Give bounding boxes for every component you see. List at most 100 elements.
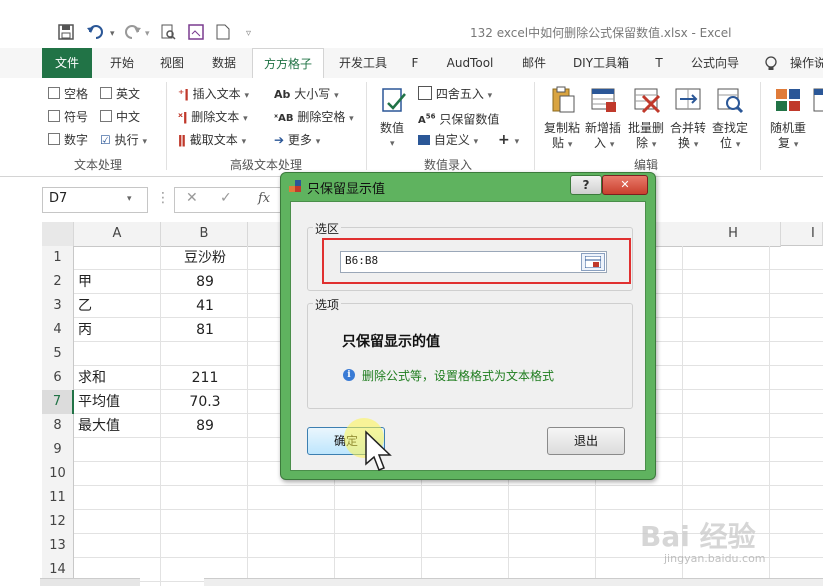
cell-b1[interactable]: 豆沙粉	[162, 246, 248, 270]
cell-b7[interactable]: 70.3	[162, 390, 248, 414]
confirm-entry-icon[interactable]: ✓	[220, 190, 232, 206]
copy-paste-button-line2[interactable]: 贴 ▾	[552, 135, 572, 153]
row-header[interactable]: 10	[42, 462, 74, 487]
name-box-dropdown-icon[interactable]: ▾	[127, 194, 132, 204]
column-header-i[interactable]: I	[781, 222, 823, 246]
value-dropdown-icon[interactable]: ▾	[390, 136, 395, 152]
delete-spaces-button[interactable]: ˣAB 删除空格 ▾	[274, 109, 354, 127]
find-locate-button[interactable]: 查找定	[712, 120, 748, 136]
insert-function-button[interactable]: fx	[258, 191, 270, 206]
tab-formula-wizard[interactable]: 公式向导	[682, 48, 748, 78]
cell-a4[interactable]: 丙	[78, 318, 158, 342]
exit-button[interactable]: 退出	[547, 427, 625, 455]
random-button-line2[interactable]: 复 ▾	[778, 135, 798, 153]
cancel-entry-icon[interactable]: ✕	[186, 190, 198, 206]
undo-icon[interactable]	[86, 24, 106, 44]
redo-dropdown-icon[interactable]: ▾	[145, 24, 150, 44]
add-insert-button[interactable]: 新增插	[585, 120, 621, 136]
cell-b8[interactable]: 89	[162, 414, 248, 438]
cell-a8[interactable]: 最大值	[78, 414, 158, 438]
tab-developer[interactable]: 开发工具	[330, 48, 396, 78]
tab-t[interactable]: T	[648, 48, 670, 78]
case-button[interactable]: Ab 大小写 ▾	[274, 86, 339, 104]
insert-text-button[interactable]: ⁺ǀ 插入文本 ▾	[178, 86, 249, 104]
row-header[interactable]: 4	[42, 318, 74, 343]
lightbulb-icon[interactable]	[764, 56, 778, 75]
row-header[interactable]: 1	[42, 246, 74, 271]
tab-diy-toolbox[interactable]: DIY工具箱	[566, 48, 636, 78]
row-header[interactable]: 8	[42, 414, 74, 439]
copy-paste-icon[interactable]	[548, 86, 576, 114]
row-header[interactable]: 3	[42, 294, 74, 319]
random-button[interactable]: 随机重	[770, 120, 806, 136]
copy-paste-button[interactable]: 复制粘	[544, 120, 580, 136]
row-header[interactable]: 13	[42, 534, 74, 559]
round-button[interactable]: 四舍五入 ▾	[418, 86, 492, 104]
random-icon[interactable]	[774, 86, 802, 114]
cell-a2[interactable]: 甲	[78, 270, 158, 294]
redo-icon[interactable]	[122, 24, 142, 44]
range-input[interactable]: B6:B8	[340, 251, 607, 273]
find-locate-icon[interactable]	[716, 86, 744, 114]
batch-delete-button[interactable]: 批量删	[628, 120, 664, 136]
select-all-corner[interactable]	[42, 222, 74, 247]
custom-button[interactable]: 自定义 ▾	[418, 132, 478, 150]
close-button[interactable]: ✕	[602, 175, 648, 195]
more-button[interactable]: ➔ 更多 ▾	[274, 132, 320, 150]
cell-b3[interactable]: 41	[162, 294, 248, 318]
tab-fangfang[interactable]: 方方格子	[252, 48, 324, 80]
tab-f[interactable]: F	[404, 48, 426, 78]
customize-toolbar-icon[interactable]: ▿	[246, 24, 251, 44]
column-header-b[interactable]: B	[161, 222, 248, 247]
formula-options-icon[interactable]: ⋮	[156, 190, 170, 206]
keep-values-button[interactable]: A56 只保留数值	[418, 109, 499, 129]
tab-tell-me[interactable]: 操作说	[790, 48, 823, 78]
add-insert-icon[interactable]	[590, 86, 618, 114]
cell-b2[interactable]: 89	[162, 270, 248, 294]
merge-convert-icon[interactable]	[674, 86, 702, 114]
more-tools-icon[interactable]	[812, 86, 823, 114]
batch-delete-icon[interactable]	[633, 86, 661, 114]
column-header-h[interactable]: H	[686, 222, 781, 247]
undo-dropdown-icon[interactable]: ▾	[110, 24, 115, 44]
merge-convert-button[interactable]: 合并转	[670, 120, 706, 136]
row-header[interactable]: 5	[42, 342, 74, 367]
tab-mail[interactable]: 邮件	[514, 48, 554, 78]
execute-button[interactable]: ☑ 执行 ▾	[100, 132, 147, 150]
add-insert-button-line2[interactable]: 入 ▾	[594, 135, 614, 153]
cell-b4[interactable]: 81	[162, 318, 248, 342]
checkbox-english[interactable]: 英文	[100, 86, 140, 102]
delete-text-button[interactable]: ˣǀ 删除文本 ▾	[178, 109, 248, 127]
checkbox-number[interactable]: 数字	[48, 132, 88, 148]
checkbox-symbol[interactable]: 符号	[48, 109, 88, 125]
value-icon[interactable]	[380, 86, 408, 114]
tab-audtool[interactable]: AudTool	[438, 48, 502, 78]
row-header[interactable]: 12	[42, 510, 74, 535]
row-header[interactable]: 2	[42, 270, 74, 295]
find-locate-button-line2[interactable]: 位 ▾	[720, 135, 740, 153]
print-preview-icon[interactable]	[160, 24, 176, 44]
cell-a7[interactable]: 平均值	[78, 390, 158, 414]
checkbox-chinese[interactable]: 中文	[100, 109, 140, 125]
range-picker-button[interactable]	[581, 253, 605, 271]
checkbox-space[interactable]: 空格	[48, 86, 88, 102]
cell-a3[interactable]: 乙	[78, 294, 158, 318]
form-icon[interactable]	[188, 24, 204, 44]
tab-file[interactable]: 文件	[42, 48, 92, 78]
tab-data[interactable]: 数据	[202, 48, 246, 78]
row-header[interactable]: 9	[42, 438, 74, 463]
row-header[interactable]: 6	[42, 366, 74, 391]
merge-convert-button-line2[interactable]: 换 ▾	[678, 135, 698, 153]
tab-view[interactable]: 视图	[150, 48, 194, 78]
row-header[interactable]: 11	[42, 486, 74, 511]
cut-text-button[interactable]: ǁ 截取文本 ▾	[178, 132, 246, 150]
row-header-selected[interactable]: 7	[42, 390, 74, 415]
tab-home[interactable]: 开始	[100, 48, 144, 78]
name-box[interactable]: D7	[42, 187, 148, 213]
value-button[interactable]: 数值	[380, 120, 404, 136]
new-file-icon[interactable]	[216, 24, 230, 44]
save-icon[interactable]	[58, 24, 74, 44]
batch-delete-button-line2[interactable]: 除 ▾	[636, 135, 656, 153]
column-header-a[interactable]: A	[74, 222, 161, 247]
plus-button[interactable]: + ▾	[498, 132, 519, 150]
